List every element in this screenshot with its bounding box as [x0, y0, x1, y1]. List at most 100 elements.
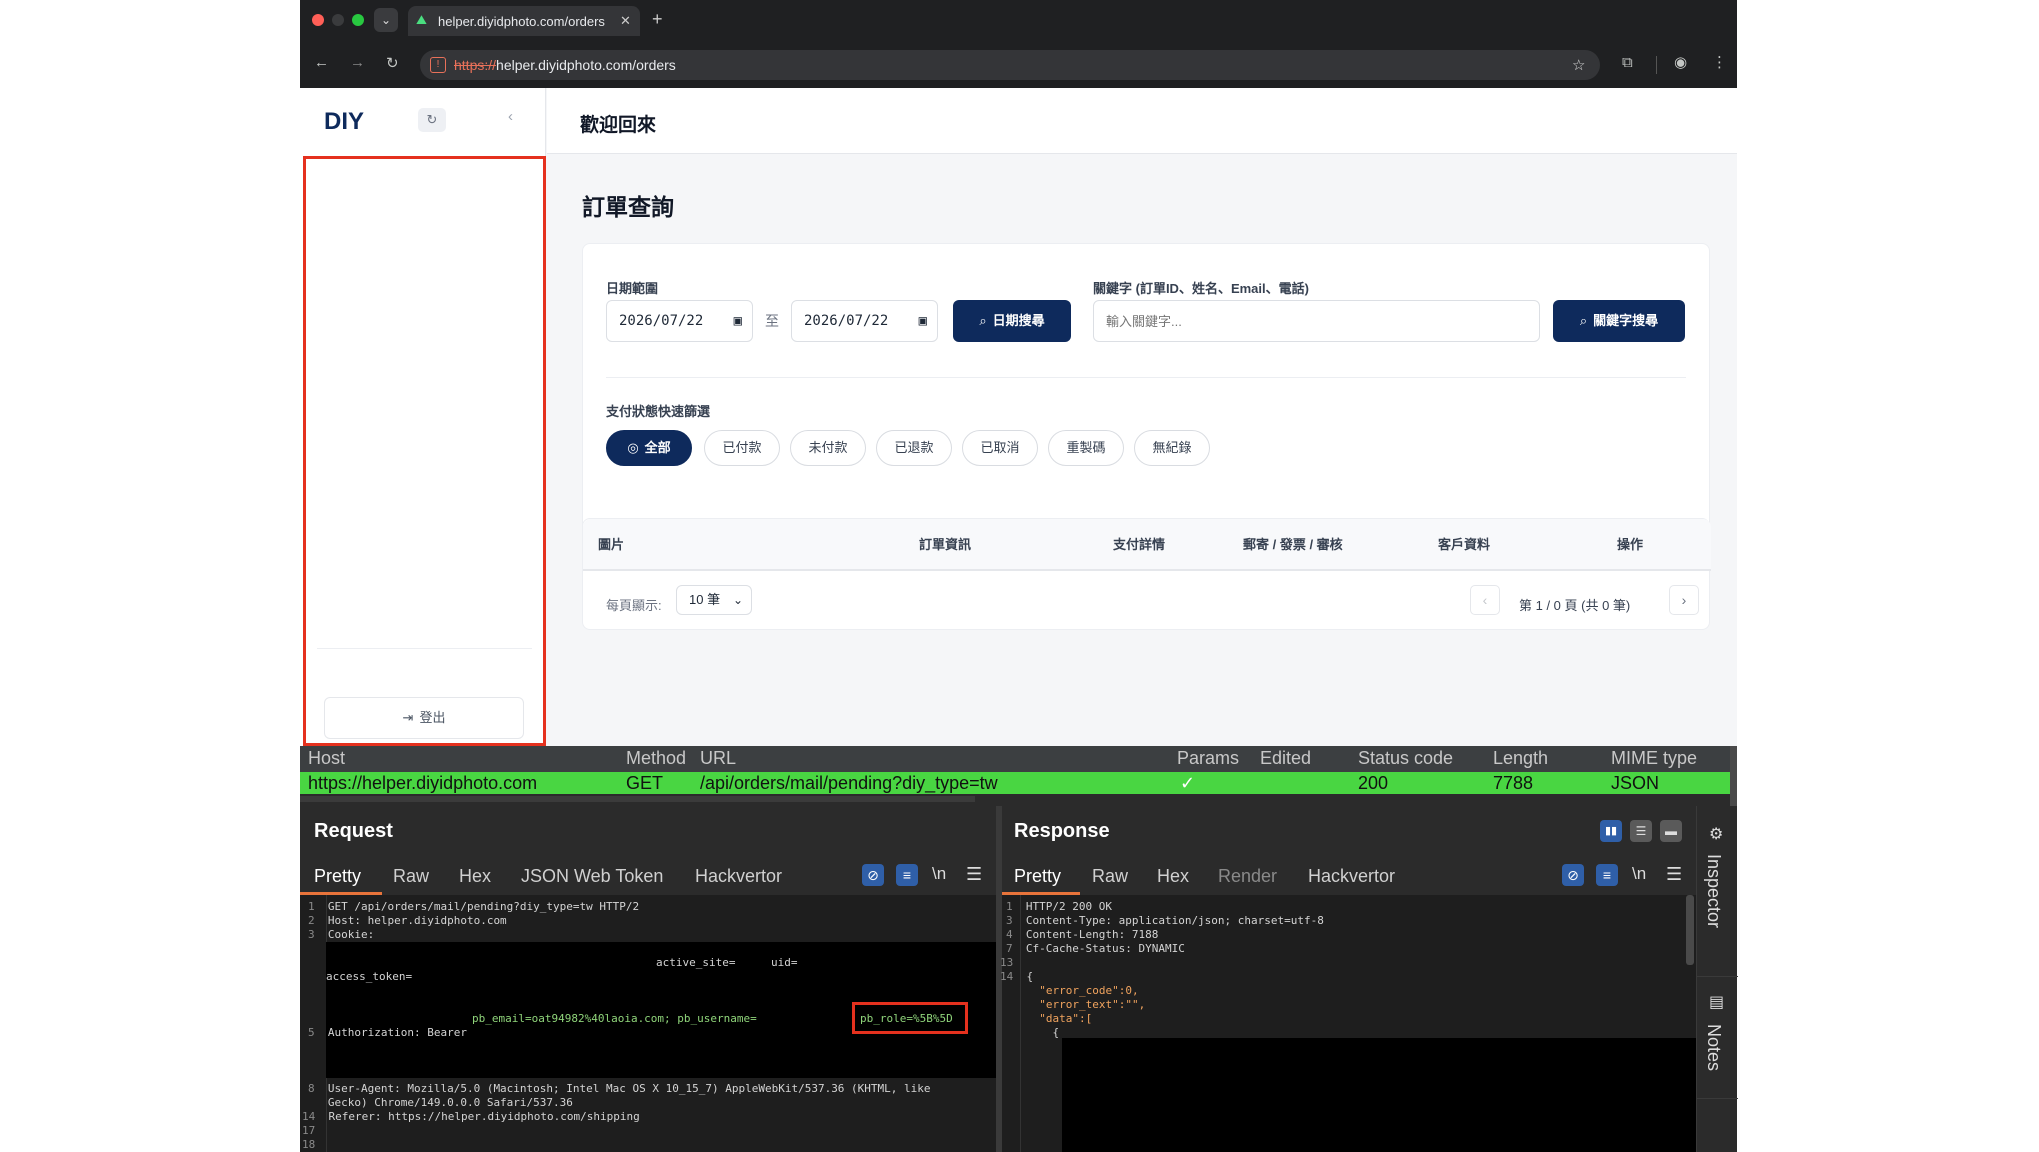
next-page-button[interactable]: › — [1669, 585, 1699, 615]
history-row-selected[interactable]: https://helper.diyidphoto.com GET /api/o… — [300, 772, 1730, 794]
forward-icon[interactable]: → — [350, 54, 365, 71]
browser-tab[interactable]: ⛰ helper.diyidphoto.com/orders ✕ — [408, 6, 640, 36]
cookie-active-site: active_site= — [656, 956, 736, 969]
keyword-input[interactable] — [1093, 300, 1540, 342]
inspector-tab[interactable]: Inspector — [1703, 854, 1724, 928]
date-search-button[interactable]: ⌕ 日期搜尋 — [953, 300, 1071, 342]
layout-single-icon[interactable]: ▬ — [1660, 820, 1682, 842]
layout-horizontal-icon[interactable]: ☰ — [1630, 820, 1652, 842]
calendar-icon[interactable]: ▣ — [734, 301, 742, 341]
orders-table: 圖片 訂單資訊 支付詳情 郵寄 / 發票 / 審核 客戶資料 操作 每頁顯示: … — [582, 518, 1711, 630]
menu-icon[interactable]: ☰ — [1666, 864, 1682, 885]
col-host[interactable]: Host — [308, 748, 345, 769]
keyword-search-label: 關鍵字搜尋 — [1593, 313, 1659, 328]
history-scrollbar[interactable] — [1730, 746, 1737, 806]
calendar-icon[interactable]: ▣ — [919, 301, 927, 341]
response-tab-hex[interactable]: Hex — [1157, 866, 1189, 887]
date-from-input[interactable]: 2026/07/22 ▣ — [606, 300, 753, 342]
refresh-icon[interactable]: ↻ — [418, 108, 446, 132]
cookie-pb-email: pb_email=oat94982%40laoia.com; pb_userna… — [472, 1012, 757, 1025]
side-tab-divider — [1697, 976, 1738, 977]
back-icon[interactable]: ← — [314, 54, 329, 71]
col-image: 圖片 — [598, 537, 625, 552]
more-menu-icon[interactable]: ⋮ — [1712, 53, 1727, 71]
request-line-2: 2 Host: helper.diyidphoto.com — [308, 914, 507, 927]
request-tab-hex[interactable]: Hex — [459, 866, 491, 887]
request-tab-raw[interactable]: Raw — [393, 866, 429, 887]
response-line-14: 14 { — [1000, 970, 1034, 983]
horizontal-scrollbar[interactable] — [300, 796, 975, 802]
response-line-3: 3 Content-Type: application/json; charse… — [1006, 914, 1324, 927]
response-line-4: 4 Content-Length: 7188 — [1006, 928, 1159, 941]
request-line-18: 18 — [302, 1138, 316, 1151]
side-tab-bar: ⚙ Inspector ▤ Notes — [1696, 806, 1738, 1152]
col-length[interactable]: Length — [1493, 748, 1548, 769]
status-pill-cancelled[interactable]: 已取消 — [962, 430, 1038, 466]
prev-page-button[interactable]: ‹ — [1470, 585, 1500, 615]
filter-divider — [606, 377, 1686, 378]
menu-icon[interactable]: ☰ — [966, 864, 982, 885]
col-mime-type[interactable]: MIME type — [1611, 748, 1697, 769]
request-tab-pretty[interactable]: Pretty — [314, 866, 361, 887]
request-tab-hackvertor[interactable]: Hackvertor — [695, 866, 782, 887]
response-tab-render[interactable]: Render — [1218, 866, 1277, 887]
keyword-search-button[interactable]: ⌕ 關鍵字搜尋 — [1553, 300, 1685, 342]
status-pill-refunded[interactable]: 已退款 — [876, 430, 952, 466]
new-tab-icon[interactable]: + — [652, 9, 663, 30]
url-scheme: https:// — [454, 57, 497, 73]
request-line-8-wrap: Gecko) Chrome/149.0.0.0 Safari/537.36 — [327, 1096, 573, 1109]
page-title: 訂單查詢 — [582, 194, 674, 220]
newline-toggle[interactable]: \n — [932, 864, 946, 884]
col-url[interactable]: URL — [700, 748, 736, 769]
response-scrollbar[interactable] — [1686, 895, 1694, 965]
response-line-7: 7 Cf-Cache-Status: DYNAMIC — [1006, 942, 1185, 955]
redacted-response-block — [1062, 1038, 1696, 1152]
status-pill-recode[interactable]: 重製碼 — [1048, 430, 1124, 466]
response-editor[interactable]: 1 HTTP/2 200 OK 3 Content-Type: applicat… — [1000, 895, 1696, 1152]
url-host: helper.diyidphoto.com/orders — [496, 57, 676, 73]
profile-icon[interactable]: ◉ — [1674, 53, 1687, 71]
layout-split-icon[interactable]: ▮▮ — [1600, 820, 1622, 842]
extensions-icon[interactable]: ⧉ — [1622, 54, 1633, 71]
tab-search-chevron-icon[interactable]: ⌄ — [374, 8, 398, 32]
search-icon: ⌕ — [979, 313, 987, 328]
request-editor[interactable]: 1 GET /api/orders/mail/pending?diy_type=… — [300, 895, 996, 1152]
col-params[interactable]: Params — [1177, 748, 1239, 769]
per-page-value: 10 筆 — [689, 592, 721, 607]
history-header-row: Host Method URL Params Edited Status cod… — [300, 746, 1730, 772]
close-tab-icon[interactable]: ✕ — [620, 13, 631, 29]
row-length: 7788 — [1493, 773, 1534, 793]
col-edited[interactable]: Edited — [1260, 748, 1311, 769]
notes-icon[interactable]: ▤ — [1709, 992, 1724, 1012]
inspector-icon[interactable]: ⚙ — [1709, 824, 1723, 844]
maximize-window-button[interactable] — [352, 14, 364, 26]
wrap-lines-icon[interactable]: ≡ — [1596, 864, 1618, 886]
response-tab-raw[interactable]: Raw — [1092, 866, 1128, 887]
status-pill-unpaid[interactable]: 未付款 — [790, 430, 866, 466]
hide-icon[interactable]: ⊘ — [862, 864, 884, 886]
logout-button[interactable]: ⇥ 登出 — [324, 697, 524, 739]
wrap-lines-icon[interactable]: ≡ — [896, 864, 918, 886]
per-page-select[interactable]: 10 筆 ⌄ — [676, 585, 752, 615]
hide-icon[interactable]: ⊘ — [1562, 864, 1584, 886]
close-window-button[interactable] — [312, 14, 324, 26]
col-method[interactable]: Method — [626, 748, 686, 769]
date-to-input[interactable]: 2026/07/22 ▣ — [791, 300, 938, 342]
reload-icon[interactable]: ↻ — [386, 54, 399, 72]
row-status: 200 — [1358, 773, 1389, 793]
response-tab-pretty[interactable]: Pretty — [1014, 866, 1061, 887]
request-tab-jwt[interactable]: JSON Web Token — [521, 866, 663, 887]
status-pill-paid[interactable]: 已付款 — [704, 430, 780, 466]
response-tab-hackvertor[interactable]: Hackvertor — [1308, 866, 1395, 887]
notes-tab[interactable]: Notes — [1703, 1024, 1724, 1071]
bookmark-star-icon[interactable]: ☆ — [1572, 56, 1585, 74]
status-pill-no-record[interactable]: 無紀錄 — [1134, 430, 1210, 466]
address-bar[interactable]: ! https://helper.diyidphoto.com/orders ☆ — [420, 50, 1600, 80]
cookie-uid: uid= — [771, 956, 798, 969]
not-secure-icon[interactable]: ! — [430, 57, 446, 73]
status-pill-all[interactable]: ◎ 全部 — [606, 430, 692, 466]
collapse-sidebar-icon[interactable]: ‹ — [508, 108, 513, 125]
col-status-code[interactable]: Status code — [1358, 748, 1453, 769]
minimize-window-button[interactable] — [332, 14, 344, 26]
newline-toggle[interactable]: \n — [1632, 864, 1646, 884]
